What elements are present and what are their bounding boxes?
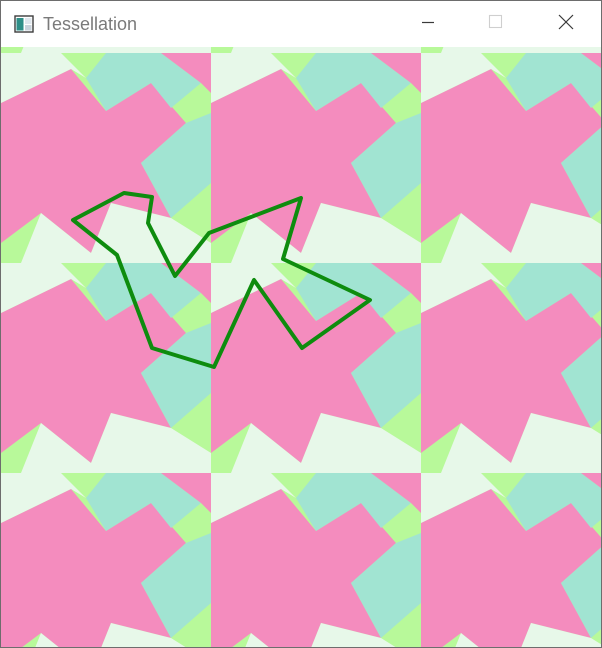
minimize-button[interactable] <box>405 1 451 47</box>
maximize-icon <box>488 14 504 35</box>
tessellation-svg[interactable] <box>1 47 601 647</box>
tessellation-canvas[interactable] <box>1 47 601 647</box>
minimize-icon <box>420 14 436 35</box>
close-button[interactable] <box>543 1 589 47</box>
title-bar[interactable]: Tessellation <box>1 1 601 47</box>
app-icon <box>14 14 34 34</box>
window-title: Tessellation <box>43 14 138 34</box>
close-icon <box>557 13 575 36</box>
app-window: Tessellation <box>0 0 602 648</box>
maximize-button[interactable] <box>473 1 519 47</box>
